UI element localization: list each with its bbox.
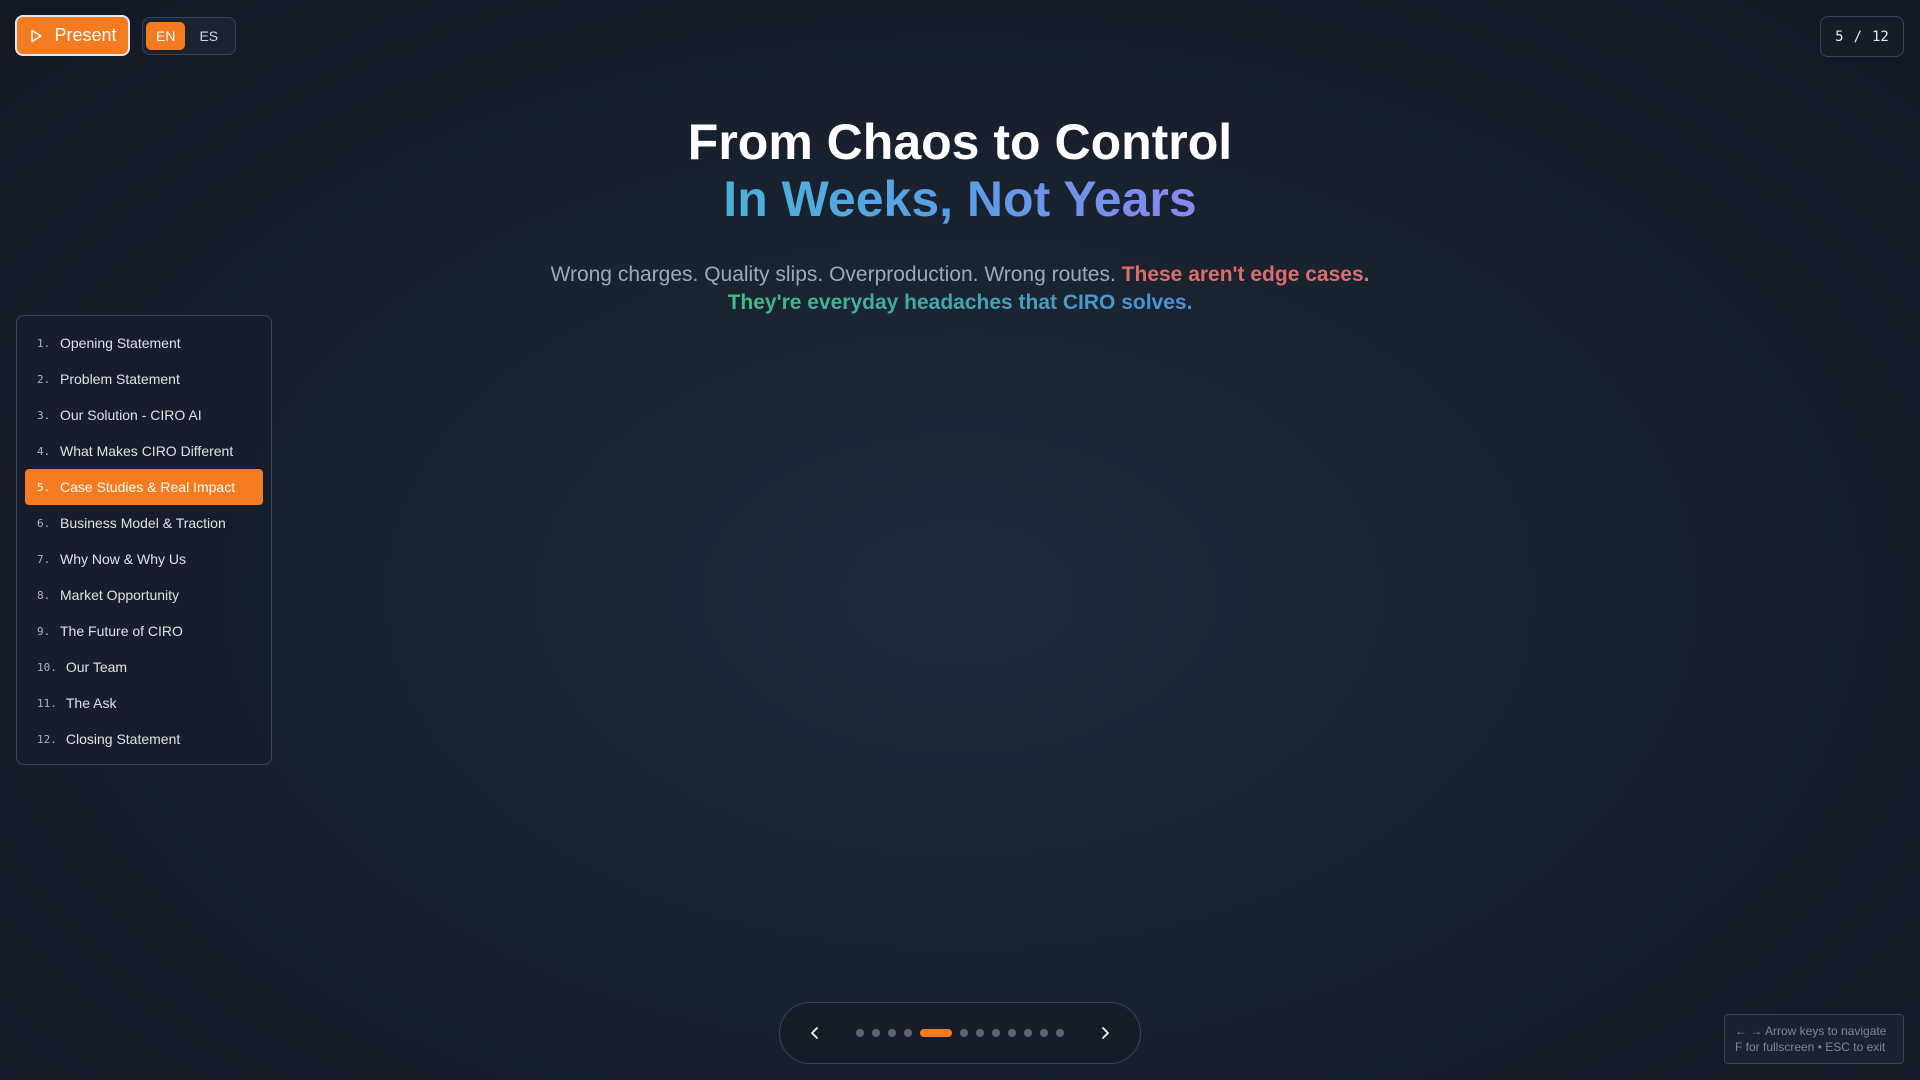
slide-list-item-10[interactable]: 10. Our Team [25,649,263,685]
slide-item-number: 1. [37,336,51,350]
slide-list-item-3[interactable]: 3. Our Solution - CIRO AI [25,397,263,433]
slide-item-label: Opening Statement [60,335,181,351]
slide-list-item-8[interactable]: 8. Market Opportunity [25,577,263,613]
slide-dot-7[interactable] [976,1029,984,1037]
slide-title: From Chaos to Control [687,114,1233,170]
slide-counter: 5 / 12 [1820,16,1904,57]
slide-dot-2[interactable] [872,1029,880,1037]
description-highlight-text: They're everyday headaches that CIRO sol… [727,291,1193,314]
description-plain-text: Wrong charges. Quality slips. Overproduc… [550,263,1116,286]
slide-navigation [779,1002,1141,1064]
language-option-en[interactable]: EN [146,22,186,50]
chevron-right-icon [1102,1027,1109,1039]
slide-item-number: 4. [37,444,51,458]
slide-dot-10[interactable] [1024,1029,1032,1037]
slide-list-item-6[interactable]: 6. Business Model & Traction [25,505,263,541]
slide-dot-1[interactable] [856,1029,864,1037]
next-slide-button[interactable] [1090,1018,1120,1048]
present-label: Present [54,25,117,45]
slide-list-item-12[interactable]: 12. Closing Statement [25,721,263,757]
slide-item-number: 10. [37,660,57,674]
slide-dot-5[interactable] [920,1029,952,1037]
slide-item-label: Why Now & Why Us [60,551,187,567]
slide-item-label: Case Studies & Real Impact [60,479,236,495]
slide-dot-4[interactable] [904,1029,912,1037]
description-warning-text: These aren't edge cases. [1121,263,1370,286]
slide-item-label: Our Team [65,659,128,675]
slide-item-label: Closing Statement [65,731,181,747]
slide-item-number: 3. [37,408,51,422]
slide-subtitle: In Weeks, Not Years [0,170,1920,228]
language-toggle: EN ES [142,17,236,55]
previous-slide-button[interactable] [800,1018,830,1048]
slide-dot-8[interactable] [992,1029,1000,1037]
slide-list-item-9[interactable]: 9. The Future of CIRO [25,613,263,649]
total-slides-number: 12 [1872,28,1889,45]
slide-item-label: What Makes CIRO Different [60,443,234,459]
hint-line-fullscreen: F for fullscreen • ESC to exit [1735,1040,1886,1054]
present-button[interactable]: Present [15,15,130,56]
slide-item-number: 7. [37,552,51,566]
slide-dot-11[interactable] [1040,1029,1048,1037]
slide-item-label: Our Solution - CIRO AI [60,407,202,423]
slide-dot-12[interactable] [1056,1029,1064,1037]
slide-dot-6[interactable] [960,1029,968,1037]
slide-item-label: Problem Statement [60,371,180,387]
slide-list-item-7[interactable]: 7. Why Now & Why Us [25,541,263,577]
language-option-es[interactable]: ES [189,22,228,50]
slide-list-item-4[interactable]: 4. What Makes CIRO Different [25,433,263,469]
slide-item-number: 12. [37,732,57,746]
keyboard-hint: ← → Arrow keys to navigate F for fullscr… [1724,1014,1904,1064]
slide-item-number: 8. [37,588,51,602]
slide-item-number: 9. [37,624,51,638]
slide-description: Wrong charges. Quality slips. Overproduc… [0,262,1920,288]
slide-dot-3[interactable] [888,1029,896,1037]
slide-subtitle-text: In Weeks, Not Years [723,171,1197,227]
current-slide-number: 5 [1835,28,1844,45]
slide-item-number: 6. [37,516,51,530]
hint-line-navigate: ← → Arrow keys to navigate [1735,1024,1887,1038]
chevron-left-icon [811,1027,818,1039]
counter-separator: / [1853,28,1862,45]
slide-item-label: The Ask [65,695,117,711]
play-icon [31,29,43,42]
slide-item-number: 5. [37,480,51,494]
slide-item-number: 11. [37,696,57,710]
slide-item-label: The Future of CIRO [60,623,183,639]
slide-item-number: 2. [37,372,51,386]
slide-description-highlight: They're everyday headaches that CIRO sol… [0,290,1920,316]
slide-dots [856,1029,1064,1037]
slide-list-item-2[interactable]: 2. Problem Statement [25,361,263,397]
slide-item-label: Market Opportunity [60,587,180,603]
slide-list-item-1[interactable]: 1. Opening Statement [25,325,263,361]
slide-list: 1. Opening Statement 2. Problem Statement … [16,315,272,765]
slide-list-item-11[interactable]: 11. The Ask [25,685,263,721]
slide-dot-9[interactable] [1008,1029,1016,1037]
slide-item-label: Business Model & Traction [60,515,226,531]
slide-list-item-5[interactable]: 5. Case Studies & Real Impact [25,469,263,505]
